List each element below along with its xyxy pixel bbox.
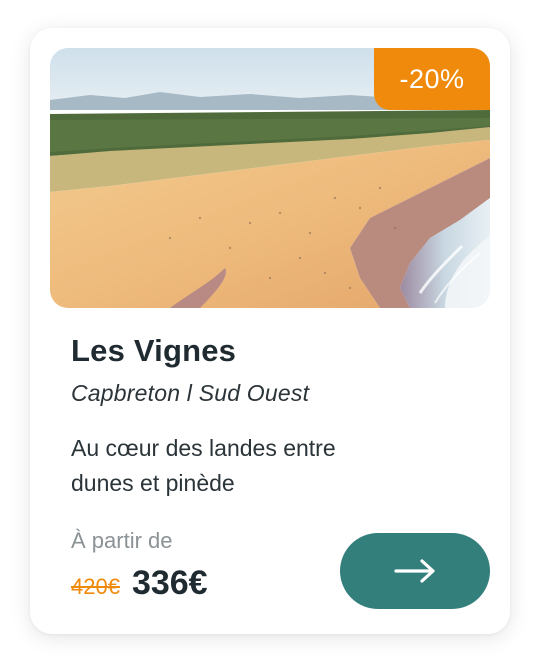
- view-offer-button[interactable]: [340, 533, 490, 609]
- property-location: Capbreton l Sud Ouest: [71, 380, 310, 406]
- price-prefix: À partir de: [71, 528, 173, 553]
- discount-badge: -20%: [374, 48, 490, 110]
- price-row: 420€ 336€: [71, 564, 208, 603]
- property-title: Les Vignes: [71, 333, 237, 368]
- property-description: Au cœur des landes entre dunes et pinède: [71, 435, 336, 496]
- destination-photo: -20%: [50, 48, 490, 308]
- offer-card[interactable]: -20% Les Vignes Capbreton l Sud Ouest Au…: [30, 28, 510, 634]
- arrow-right-icon: [394, 559, 435, 583]
- new-price: 336€: [131, 564, 208, 602]
- old-price: 420€: [71, 574, 120, 599]
